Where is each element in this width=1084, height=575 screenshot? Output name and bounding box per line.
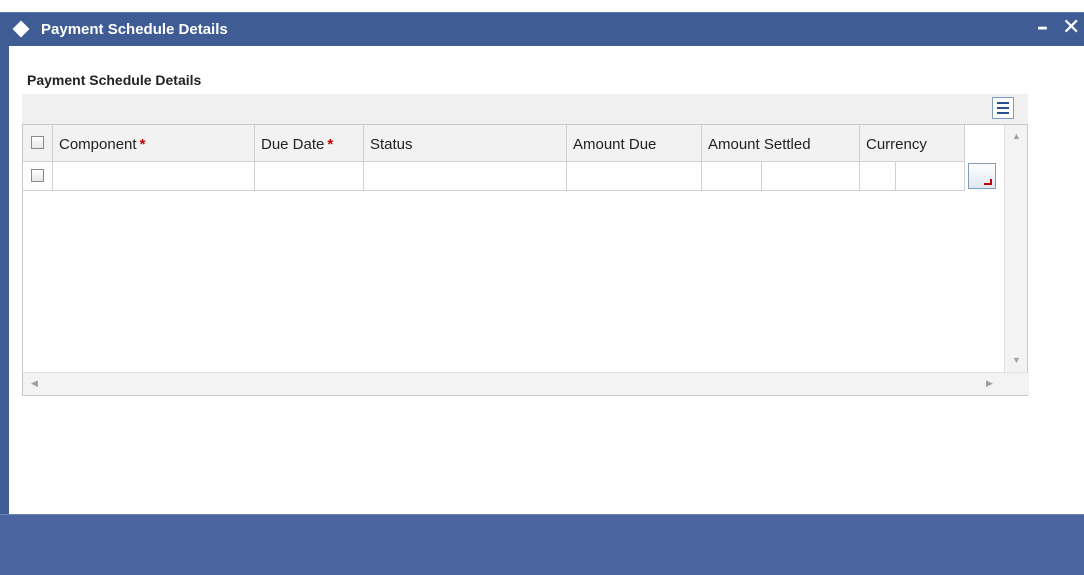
arrow-down-icon[interactable]: ▼ [1012,355,1021,365]
row-select-cell [23,162,53,190]
single-view-button[interactable] [992,97,1014,119]
required-marker: * [139,136,146,153]
header-amount-settled-label: Amount Settled [708,136,811,153]
row-details-button[interactable] [968,163,996,189]
arrow-left-icon[interactable]: ◀ [31,378,38,389]
payment-schedule-window: Payment Schedule Details – ✕ Payment Sch… [0,0,1084,575]
vertical-scrollbar[interactable]: ▲ ▼ [1004,125,1027,373]
amount-settled-prefix-field[interactable] [702,162,762,190]
title-bar: Payment Schedule Details – ✕ [0,12,1084,46]
header-status-label: Status [370,136,413,153]
window-title: Payment Schedule Details [41,21,228,38]
payment-schedule-grid: Component * Due Date * Status Amount Due A… [22,124,1029,396]
header-amount-settled[interactable]: Amount Settled [702,125,860,161]
header-status[interactable]: Status [364,125,567,161]
header-currency-label: Currency [866,136,927,153]
row-details-icon [984,179,992,185]
status-field[interactable] [364,162,567,190]
currency-field[interactable] [896,162,965,190]
header-due-date[interactable]: Due Date * [255,125,364,161]
header-currency[interactable]: Currency [860,125,965,161]
component-field[interactable] [53,162,255,190]
minimize-button[interactable]: – [1037,15,1048,41]
header-component[interactable]: Component * [53,125,255,161]
diamond-icon [12,20,30,38]
currency-prefix-field[interactable] [860,162,896,190]
header-amount-due[interactable]: Amount Due [567,125,702,161]
select-all-checkbox[interactable] [31,136,44,149]
close-button[interactable]: ✕ [1062,15,1080,41]
amount-settled-field[interactable] [762,162,860,190]
row-checkbox[interactable] [31,169,44,182]
footer-bar [0,514,1084,575]
grid-header-row: Component * Due Date * Status Amount Due A… [23,125,965,162]
header-select-cell [23,125,53,161]
window-left-edge [0,12,9,574]
arrow-up-icon[interactable]: ▲ [1012,131,1021,141]
required-marker: * [327,136,334,153]
section-title: Payment Schedule Details [27,72,202,88]
table-row [23,162,965,191]
arrow-right-icon[interactable]: ▶ [986,378,993,389]
header-component-label: Component [59,136,137,153]
horizontal-scrollbar[interactable]: ◀ ▶ [23,372,1029,395]
grid-toolbar [22,94,1028,124]
header-due-date-label: Due Date [261,136,325,153]
amount-due-field[interactable] [567,162,702,190]
header-amount-due-label: Amount Due [573,136,657,153]
due-date-field[interactable] [255,162,364,190]
